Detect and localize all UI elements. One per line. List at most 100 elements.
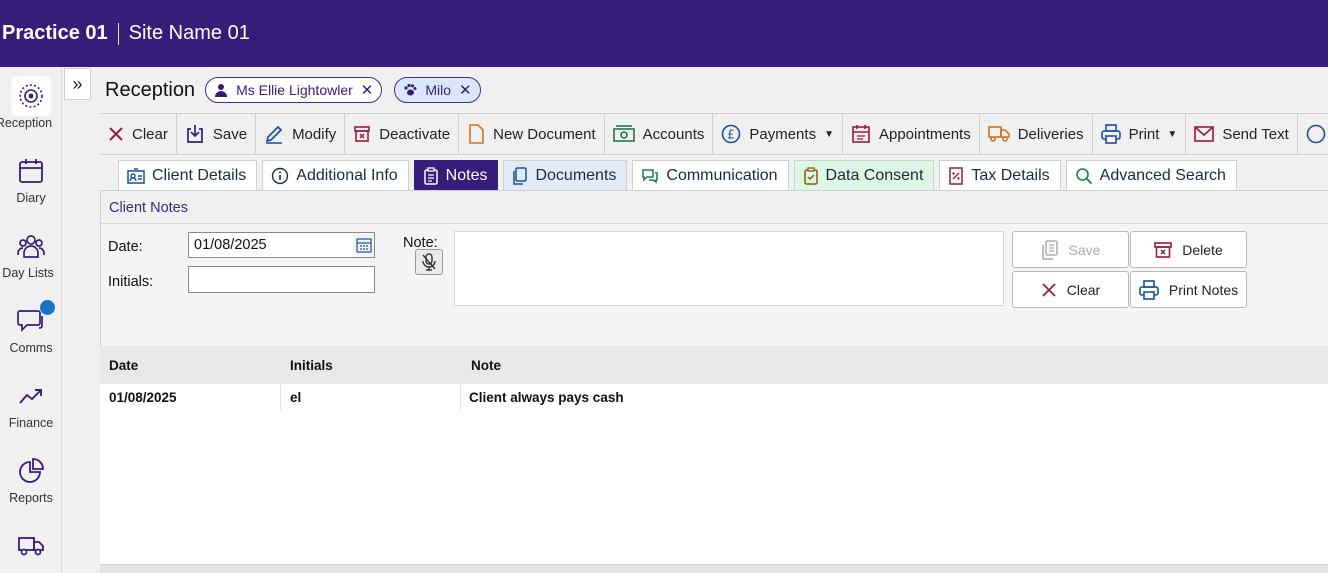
column-header-date[interactable]: Date [100,346,281,384]
print-notes-label: Print Notes [1168,281,1239,298]
dictation-button[interactable] [415,249,443,275]
deliveries-button[interactable]: Deliveries [980,114,1093,154]
nav-finance-label: Finance [8,416,54,430]
tab-client-details[interactable]: Client Details [118,160,258,190]
truck-icon [987,126,1010,142]
chevron-down-icon[interactable]: ▼ [824,129,834,140]
users-icon [11,226,51,266]
save-note-button[interactable]: Save [1012,231,1129,268]
deactivate-label: Deactivate [379,125,451,143]
page-title: Reception [105,78,196,101]
nav-deliveries[interactable] [0,526,62,573]
print-notes-button[interactable]: Print Notes [1130,271,1247,308]
nav-diary-label: Diary [16,191,46,205]
action-toolbar: Clear Save Modify Deactivate New Documen… [100,113,1328,155]
more-button[interactable] [1298,114,1328,154]
copy-icon [1041,239,1058,260]
date-field[interactable] [188,232,354,258]
nav-reception[interactable]: Reception [0,76,62,146]
app-header: Practice 01 Site Name 01 [0,0,1328,67]
horizontal-scrollbar[interactable] [100,564,1328,573]
tab-documents[interactable]: Documents [503,160,628,190]
archive-x-icon [1154,241,1173,258]
practice-name[interactable]: Practice 01 [2,22,108,45]
tab-notes[interactable]: Notes [413,160,499,190]
clear-button[interactable]: Clear [100,114,177,154]
archive-x-icon [354,126,371,142]
tab-communication-label: Communication [666,166,778,184]
envelope-icon [1194,126,1215,142]
nav-finance[interactable]: Finance [0,376,62,446]
modify-label: Modify [292,125,337,143]
column-header-note[interactable]: Note [461,346,1328,384]
document-icon [469,124,484,144]
deliveries-label: Deliveries [1017,125,1084,143]
client-chip[interactable]: Ms Ellie Lightowler ✕ [205,77,383,103]
payments-button[interactable]: £ Payments ▼ [713,114,843,154]
tab-additional-info[interactable]: Additional Info [262,160,409,190]
appointments-button[interactable]: Appointments [843,114,980,154]
accounts-button[interactable]: Accounts [605,114,714,154]
tab-tax-details-label: Tax Details [971,166,1050,184]
initials-label: Initials: [108,274,154,290]
tab-client-details-label: Client Details [152,166,247,184]
pie-chart-icon [11,451,51,491]
save-button[interactable]: Save [177,114,257,154]
trend-icon [11,376,51,416]
tab-data-consent[interactable]: Data Consent [793,160,935,190]
chevron-down-icon[interactable]: ▼ [1167,129,1177,140]
notes-grid-header: Date Initials Note [100,346,1328,384]
site-name[interactable]: Site Name 01 [129,22,250,45]
column-header-initials[interactable]: Initials [281,346,461,384]
delete-note-button[interactable]: Delete [1130,231,1247,268]
send-text-label: Send Text [1222,125,1289,143]
table-row[interactable]: 01/08/2025 el Client always pays cash [100,384,1328,412]
modify-button[interactable]: Modify [256,114,346,154]
deactivate-button[interactable]: Deactivate [345,114,460,154]
new-document-button[interactable]: New Document [459,114,605,154]
microphone-off-icon [422,253,436,271]
print-label: Print [1128,125,1160,143]
svg-text:£: £ [728,128,736,142]
note-textarea[interactable] [454,231,1004,306]
pet-chip[interactable]: Milo ✕ [394,77,481,103]
search-icon [1075,167,1092,184]
reception-icon [11,76,51,116]
reception-context-bar: Reception Ms Ellie Lightowler ✕ Milo ✕ [100,70,1328,110]
client-chip-label: Ms Ellie Lightowler [236,82,353,98]
save-note-label: Save [1068,241,1101,258]
payments-label: Payments [749,125,817,143]
header-divider [117,22,119,45]
tab-tax-details[interactable]: Tax Details [939,160,1061,190]
initials-field[interactable] [188,266,375,293]
date-picker-button[interactable] [353,232,375,258]
tab-communication[interactable]: Communication [632,160,789,190]
appointments-label: Appointments [878,125,971,143]
print-button[interactable]: Print ▼ [1093,114,1187,154]
printer-icon [1100,124,1121,144]
nav-diary[interactable]: Diary [0,151,62,221]
info-icon [272,167,289,184]
nav-day-lists[interactable]: Day Lists [0,226,62,296]
nav-reports[interactable]: Reports [0,451,62,521]
clear-label: Clear [132,125,168,143]
printer-icon [1139,279,1159,300]
expand-panel-button[interactable]: » [64,68,91,100]
send-text-button[interactable]: Send Text [1186,114,1298,154]
date-label: Date: [108,239,143,255]
chat-icon [642,168,659,183]
calendar-icon [355,238,372,253]
paw-icon [404,83,417,96]
close-icon[interactable]: ✕ [459,81,472,99]
tab-advanced-search-label: Advanced Search [1099,166,1226,184]
clear-note-button[interactable]: Clear [1012,271,1129,308]
accounts-label: Accounts [642,125,705,143]
tab-documents-label: Documents [535,166,617,184]
close-icon[interactable]: ✕ [361,81,374,99]
clipboard-check-icon [803,166,818,185]
client-tabs: Client Details Additional Info Notes Doc… [118,160,1242,190]
documents-icon [513,166,528,185]
nav-comms-label: Comms [9,341,53,355]
save-icon [187,125,203,143]
tab-advanced-search[interactable]: Advanced Search [1065,160,1237,190]
